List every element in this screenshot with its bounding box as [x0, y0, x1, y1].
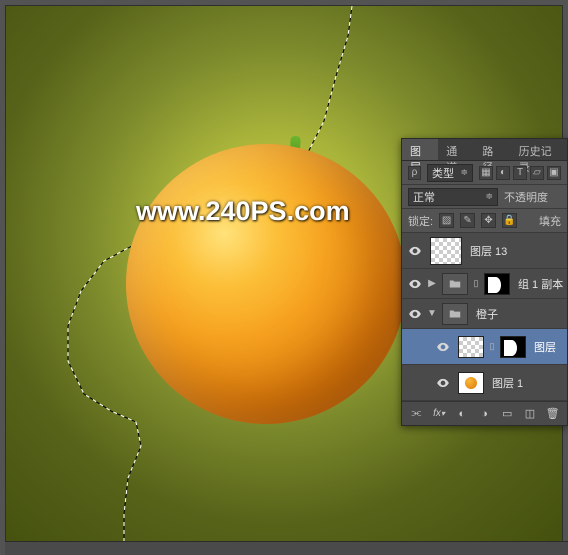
lock-label: 锁定:: [408, 213, 433, 229]
filter-pixel-icon[interactable]: ▦: [479, 166, 493, 180]
layer-row[interactable]: ▯ 图层: [402, 329, 567, 365]
lock-position-icon[interactable]: ✥: [481, 213, 496, 228]
layer-name[interactable]: 图层 1: [488, 375, 567, 391]
layers-panel-footer: ⫘ fx▾ ◐ ◑ ▭ ◫ 🗑: [402, 401, 567, 425]
lock-row: 锁定: ▨ ✎ ✥ 🔒 填充: [402, 209, 567, 233]
link-icon: ▯: [488, 341, 496, 352]
disclosure-triangle[interactable]: ▶: [426, 278, 438, 289]
orange-artwork: [126, 144, 406, 424]
horizontal-scrollbar[interactable]: [5, 541, 568, 555]
new-layer-icon[interactable]: ◫: [522, 405, 539, 423]
visibility-toggle[interactable]: [432, 376, 454, 390]
group-icon[interactable]: ▭: [499, 405, 516, 423]
visibility-toggle[interactable]: [404, 244, 426, 258]
layer-name[interactable]: 橙子: [472, 306, 567, 322]
layer-thumbnail[interactable]: [458, 372, 484, 394]
lock-all-icon[interactable]: 🔒: [502, 213, 517, 228]
filter-type-icon[interactable]: T: [513, 166, 527, 180]
adjustment-icon[interactable]: ◑: [476, 405, 493, 423]
layer-row[interactable]: 图层 1: [402, 365, 567, 401]
filter-kind-icon[interactable]: ρ: [408, 166, 421, 180]
layer-thumbnail[interactable]: [430, 237, 462, 265]
link-layers-icon[interactable]: ⫘: [408, 405, 425, 423]
layer-name[interactable]: 组 1 副本: [514, 276, 567, 292]
tab-channels[interactable]: 通道: [438, 139, 474, 160]
lock-pixels-icon[interactable]: ✎: [460, 213, 475, 228]
blend-row: 正常 ≑ 不透明度: [402, 185, 567, 209]
filter-kind-label: 类型: [432, 165, 454, 181]
layers-panel: 图层 通道 路径 历史记录 ρ 类型 ≑ ▦ ◐ T ▱ ▣ 正常 ≑ 不透明度…: [401, 138, 568, 426]
filter-kind-dropdown[interactable]: 类型 ≑: [427, 164, 473, 182]
layer-thumbnail[interactable]: [458, 336, 484, 358]
layer-name[interactable]: 图层 13: [466, 243, 567, 259]
visibility-toggle[interactable]: [404, 277, 426, 291]
filter-smart-icon[interactable]: ▣: [547, 166, 561, 180]
visibility-toggle[interactable]: [432, 340, 454, 354]
fill-label: 填充: [539, 213, 561, 229]
tab-history[interactable]: 历史记录: [511, 139, 567, 160]
tab-paths[interactable]: 路径: [474, 139, 510, 160]
filter-type-icons: ▦ ◐ T ▱ ▣: [479, 166, 561, 180]
lock-transparency-icon[interactable]: ▨: [439, 213, 454, 228]
layer-mask-thumbnail[interactable]: [484, 273, 510, 295]
tab-layers[interactable]: 图层: [402, 139, 438, 160]
filter-adjust-icon[interactable]: ◐: [496, 166, 510, 180]
layer-row-group[interactable]: ▼ 橙子: [402, 299, 567, 329]
trash-icon[interactable]: 🗑: [544, 405, 561, 423]
layer-row-group[interactable]: ▶ ▯ 组 1 副本: [402, 269, 567, 299]
disclosure-triangle[interactable]: ▼: [426, 308, 438, 319]
group-folder-icon[interactable]: [442, 273, 468, 295]
filter-shape-icon[interactable]: ▱: [530, 166, 544, 180]
filter-row: ρ 类型 ≑ ▦ ◐ T ▱ ▣: [402, 161, 567, 185]
link-icon: ▯: [472, 278, 480, 289]
layer-list: 图层 13 ▶ ▯ 组 1 副本 ▼ 橙子 ▯ 图层 图层 1: [402, 233, 567, 401]
chevron-down-icon: ≑: [485, 191, 493, 202]
watermark-text: www.240PS.com: [136, 196, 350, 227]
layer-row[interactable]: 图层 13: [402, 233, 567, 269]
blend-mode-value: 正常: [413, 189, 435, 205]
opacity-label: 不透明度: [504, 189, 548, 205]
chevron-down-icon: ≑: [460, 167, 468, 178]
fx-icon[interactable]: fx▾: [431, 405, 448, 423]
layer-name[interactable]: 图层: [530, 339, 567, 355]
panel-tab-bar: 图层 通道 路径 历史记录: [402, 139, 567, 161]
visibility-toggle[interactable]: [404, 307, 426, 321]
mask-icon[interactable]: ◐: [453, 405, 470, 423]
group-folder-icon[interactable]: [442, 303, 468, 325]
blend-mode-dropdown[interactable]: 正常 ≑: [408, 188, 498, 206]
layer-mask-thumbnail[interactable]: [500, 336, 526, 358]
